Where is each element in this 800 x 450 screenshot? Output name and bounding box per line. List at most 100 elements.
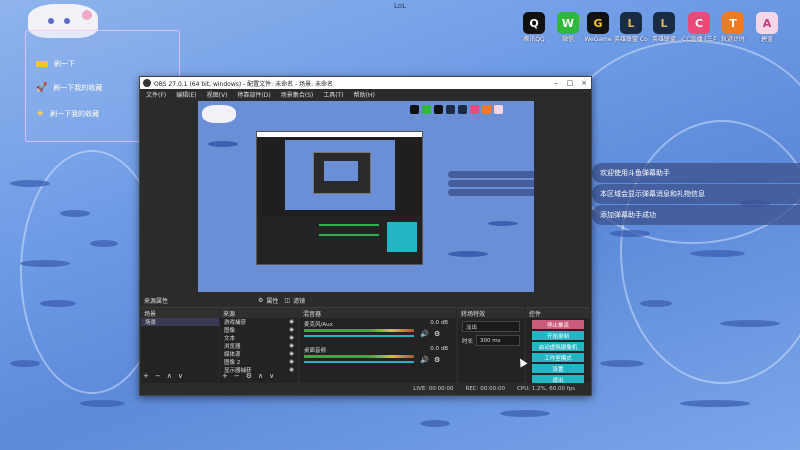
live-timer: LIVE: 00:00:00 [413, 386, 454, 392]
properties-button[interactable]: 属性 [266, 296, 278, 305]
start-recording-button[interactable]: 开始录制 [532, 331, 584, 340]
menu-view[interactable]: 视图(V) [207, 90, 228, 99]
menu-file[interactable]: 文件(F) [146, 90, 166, 99]
studio-mode-button[interactable]: 工作室模式 [532, 353, 584, 362]
widget-item[interactable]: 🚀 刷一下我的收藏 [36, 83, 102, 93]
notification-item[interactable]: 本区域会显示弹幕消息和礼物信息 [592, 184, 800, 204]
source-props-strip: 来源属性 ⚙ 属性 ◫ 滤镜 [140, 295, 591, 305]
menu-help[interactable]: 帮助(H) [354, 90, 375, 99]
duration-input[interactable]: 300 ms [476, 335, 520, 346]
move-up-icon[interactable]: ∧ [258, 372, 263, 380]
eye-icon[interactable]: ◉ [289, 367, 294, 373]
speaker-icon[interactable]: 🔊 [420, 330, 429, 338]
stop-streaming-button[interactable]: 停止推流 [532, 320, 584, 329]
preview-notifications [448, 171, 534, 201]
start-virtual-camera-button[interactable]: 启动虚拟摄像机 [532, 342, 584, 351]
obs-menu-bar: 文件(F) 编辑(E) 视图(V) 停靠部件(D) 场景集合(S) 工具(T) … [140, 89, 591, 99]
desktop-icon-cc-live[interactable]: C CC直播 (三月) [682, 12, 716, 43]
desktop-icon-anime[interactable]: A 碧蓝 [750, 12, 784, 43]
desktop-icon-label: 英雄联盟 [651, 36, 676, 43]
fish-decoration [690, 250, 745, 257]
gear-icon[interactable]: ⚙ [434, 330, 440, 338]
mixer-track-name: 桌面音频 [304, 348, 327, 354]
scene-item[interactable]: 场景 [141, 318, 219, 326]
mixer-panel-header: 混音器 [300, 308, 456, 318]
gear-icon[interactable]: ⚙ [246, 372, 252, 380]
rec-timer: REC: 00:00:00 [465, 386, 505, 392]
source-item[interactable]: 游戏捕获 ◉ [220, 318, 298, 326]
fish-decoration [600, 360, 644, 367]
settings-button[interactable]: 设置 [532, 364, 584, 373]
eye-icon[interactable]: ◉ [289, 335, 294, 341]
preview-fish [448, 251, 488, 257]
eye-icon[interactable]: ◉ [289, 319, 294, 325]
lol-icon: L [620, 12, 642, 34]
fish-decoration [80, 400, 125, 407]
menu-docks[interactable]: 停靠部件(D) [237, 90, 270, 99]
eye-icon[interactable]: ◉ [289, 359, 294, 365]
scenes-panel: 场景 场景 + − ∧ ∨ [141, 307, 219, 384]
widget-item-label: 刷一下 [54, 60, 75, 68]
menu-tools[interactable]: 工具(T) [323, 90, 343, 99]
sources-panel: 来源 游戏捕获 ◉ 图像 ◉ 文本 ◉ 浏览器 ◉ 媒体源 ◉ 图像 2 ◉ 显示器捕获 ◉ … [220, 307, 298, 384]
source-item[interactable]: 浏览器 ◉ [220, 342, 298, 350]
preview-mascot [202, 105, 236, 123]
filter-icon[interactable]: ◫ [284, 297, 290, 304]
eye-icon[interactable]: ◉ [289, 343, 294, 349]
notification-text: 本区域会显示弹幕消息和礼物信息 [600, 190, 705, 198]
source-item[interactable]: 媒体源 ◉ [220, 350, 298, 358]
mixer-track-db: 0.0 dB [430, 320, 448, 326]
source-item-label: 图像 2 [224, 360, 241, 366]
remove-icon[interactable]: − [234, 372, 240, 380]
fish-decoration [680, 400, 750, 407]
cpu-fps-readout: CPU: 1.2%, 60.00 fps [516, 386, 575, 392]
close-icon[interactable]: × [577, 77, 591, 89]
fish-decoration [10, 180, 50, 187]
move-down-icon[interactable]: ∨ [178, 372, 183, 380]
obs-window-title: OBS 27.0.1 (64 bit, windows) - 配置文件: 未命名… [154, 80, 334, 88]
move-down-icon[interactable]: ∨ [269, 372, 274, 380]
eye-icon[interactable]: ◉ [289, 351, 294, 357]
volume-slider[interactable] [304, 361, 414, 363]
transition-select[interactable]: 淡出 [462, 321, 520, 332]
gear-icon[interactable]: ⚙ [434, 356, 440, 364]
desktop-icon-timer[interactable]: T 轨迹计时 [716, 12, 750, 43]
desktop-icon-lol-coinfire[interactable]: L 英雄联盟 Coinfire [614, 12, 648, 43]
volume-meter [304, 329, 414, 332]
widget-item[interactable]: ★ 刷一下我的收藏 [36, 109, 99, 119]
add-icon[interactable]: + [222, 372, 228, 380]
menu-scene-collection[interactable]: 场景集合(S) [281, 90, 314, 99]
desktop-icon-wegame[interactable]: G WeGame [581, 12, 615, 43]
widget-item[interactable]: 刷一下 [36, 59, 75, 69]
controls-panel-header: 控件 [526, 308, 590, 318]
mixer-track-name: 麦克风/Aux [304, 322, 333, 328]
star-icon: ★ [36, 109, 45, 119]
fish-decoration [20, 260, 70, 267]
controls-panel: 控件 停止推流 开始录制 启动虚拟摄像机 工作室模式 设置 退出 [526, 307, 590, 384]
volume-slider[interactable] [304, 335, 414, 337]
source-item[interactable]: 图像 ◉ [220, 326, 298, 334]
menu-edit[interactable]: 编辑(E) [176, 90, 196, 99]
notification-text: 欢迎使用斗鱼弹幕助手 [600, 169, 670, 177]
notification-item[interactable]: 添加弹幕助手成功 [592, 205, 800, 225]
gear-icon[interactable]: ⚙ [258, 297, 263, 304]
source-item[interactable]: 文本 ◉ [220, 334, 298, 342]
minimize-icon[interactable]: – [549, 77, 563, 89]
gold-bar-icon [36, 61, 48, 67]
speaker-icon[interactable]: 🔊 [420, 356, 429, 364]
mixer-track: 桌面音频 0.0 dB 🔊 ⚙ [300, 344, 456, 370]
fish-decoration [610, 230, 650, 237]
filters-button[interactable]: 滤镜 [293, 296, 305, 305]
widget-item-label: 刷一下我的收藏 [50, 110, 100, 118]
move-up-icon[interactable]: ∧ [167, 372, 172, 380]
preview-canvas[interactable] [198, 101, 534, 292]
desktop-icon-qq[interactable]: Q 腾讯QQ [517, 12, 551, 43]
desktop-icon-wechat[interactable]: W 微信 [551, 12, 585, 43]
eye-icon[interactable]: ◉ [289, 327, 294, 333]
remove-icon[interactable]: − [155, 372, 161, 380]
add-icon[interactable]: + [143, 372, 149, 380]
desktop-icon-lol[interactable]: L 英雄联盟 [647, 12, 681, 43]
maximize-icon[interactable]: □ [563, 77, 577, 89]
source-item[interactable]: 图像 2 ◉ [220, 358, 298, 366]
notification-item[interactable]: 欢迎使用斗鱼弹幕助手 [592, 163, 800, 183]
